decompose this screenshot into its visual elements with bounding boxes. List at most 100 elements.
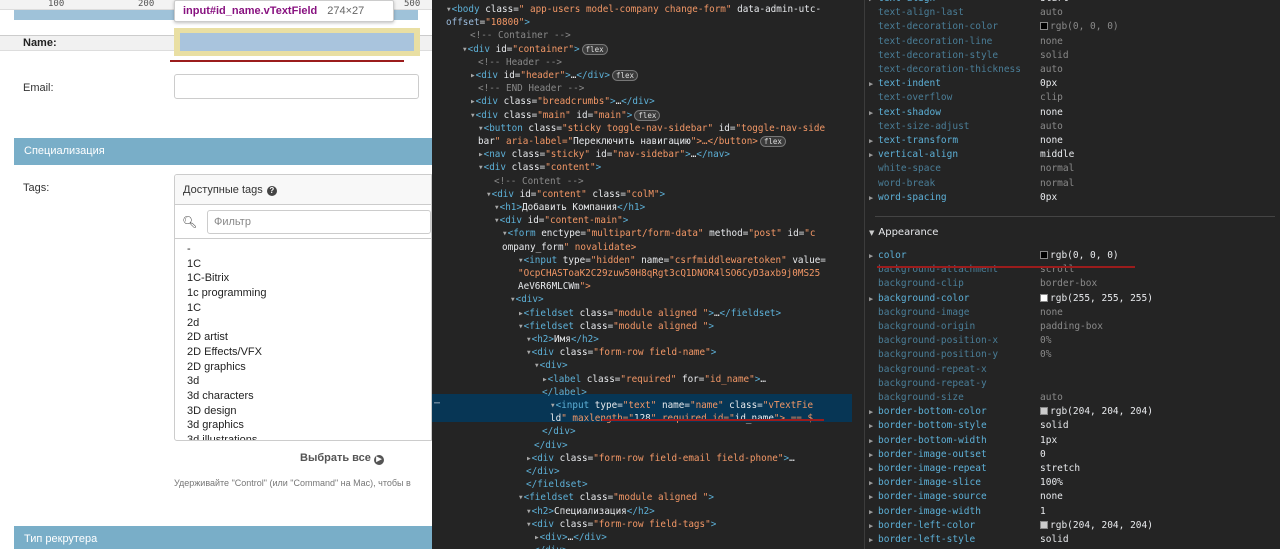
style-property-row[interactable]: ▶ border-image-repeat stretch	[865, 462, 1280, 476]
style-property-row[interactable]: text-decoration-line none	[865, 35, 1280, 49]
dom-node[interactable]: ▾<div class="main" id="main"> flex	[470, 109, 661, 123]
triangle-right-icon[interactable]: ▶	[869, 434, 873, 448]
tag-option[interactable]: 2D graphics	[187, 360, 431, 375]
triangle-right-icon[interactable]: ▶	[869, 448, 873, 462]
tag-option[interactable]: 3D design	[187, 404, 431, 419]
triangle-right-icon[interactable]: ▶	[869, 405, 873, 419]
style-property-row[interactable]: ▶ word-spacing 0px	[865, 191, 1280, 205]
dom-node[interactable]: ▾<fieldset class="module aligned ">	[518, 491, 714, 505]
style-property-row[interactable]: text-overflow clip	[865, 91, 1280, 105]
tag-option[interactable]: 2D artist	[187, 330, 431, 345]
style-property-row[interactable]: text-decoration-thickness auto	[865, 63, 1280, 77]
tags-select-list[interactable]: -1C 1C-Bitrix 1c programming 1С 2d 2D artist 2…	[175, 239, 431, 440]
tag-option[interactable]: 1С	[187, 301, 431, 316]
dom-node[interactable]: ▸<fieldset class="module aligned ">…</fi…	[518, 307, 781, 321]
style-property-row[interactable]: word-break normal	[865, 177, 1280, 191]
tag-option[interactable]: -	[187, 242, 431, 257]
triangle-right-icon[interactable]: ▶	[869, 292, 873, 306]
triangle-right-icon[interactable]: ▶	[869, 77, 873, 91]
style-property-row[interactable]: ▶ border-image-slice 100%	[865, 476, 1280, 490]
tag-option[interactable]: 3d graphics	[187, 418, 431, 433]
style-property-row[interactable]: ▶ border-image-source none	[865, 490, 1280, 504]
style-property-row[interactable]: background-clip border-box	[865, 277, 1280, 291]
dom-node[interactable]: ▾<div id="content" class="colM">	[486, 188, 665, 202]
color-swatch-icon[interactable]	[1040, 251, 1048, 259]
dom-comment[interactable]: <!-- Content -->	[494, 175, 584, 189]
dom-node[interactable]: </div>	[542, 425, 576, 439]
dom-node[interactable]: ▾<div>	[510, 293, 544, 307]
dom-node[interactable]: ▸<div class="breadcrumbs">…</div>	[470, 95, 655, 109]
dom-comment[interactable]: <!-- END Header -->	[478, 82, 584, 96]
style-property-row[interactable]: text-decoration-style solid	[865, 49, 1280, 63]
dom-node[interactable]: ▾<h2>Имя</h2>	[526, 333, 599, 347]
dom-node[interactable]: ▾<div class="form-row field-tags">	[526, 518, 716, 532]
dom-comment[interactable]: <!-- Container -->	[470, 29, 571, 43]
color-swatch-icon[interactable]	[1040, 22, 1048, 31]
select-all-link[interactable]: Выбрать все ▶	[300, 452, 384, 465]
style-property-row[interactable]: ▶ text-shadow none	[865, 106, 1280, 120]
dom-node[interactable]: </div>	[526, 465, 560, 479]
dom-node[interactable]: offset="10800">	[446, 16, 530, 30]
dom-node[interactable]: ▾<body class=" app-users model-company c…	[446, 3, 821, 17]
style-property-row[interactable]: text-align-last auto	[865, 6, 1280, 20]
triangle-right-icon[interactable]: ▶	[869, 134, 873, 148]
dom-node[interactable]: ▾<input type="text" name="name" class="v…	[550, 399, 813, 413]
style-property-row[interactable]: text-size-adjust auto	[865, 120, 1280, 134]
style-property-row[interactable]: background-position-y 0%	[865, 348, 1280, 362]
dom-node[interactable]: ▾<h1>Добавить Компания</h1>	[494, 201, 645, 215]
style-property-row[interactable]: ▶ text-indent 0px	[865, 77, 1280, 91]
style-property-row[interactable]: ▶ vertical-align middle	[865, 148, 1280, 162]
style-property-row[interactable]: ▶ background-color rgb(255, 255, 255)	[865, 292, 1280, 306]
dom-node[interactable]: bar" aria-label="Переключить навигацию">…	[478, 135, 786, 149]
tag-option[interactable]: 2d	[187, 316, 431, 331]
triangle-right-icon[interactable]: ▶	[869, 106, 873, 120]
dom-node[interactable]: ▸<nav class="sticky" id="nav-sidebar">…<…	[478, 148, 730, 162]
dom-node[interactable]: </fieldset>	[526, 478, 588, 492]
style-property-row[interactable]: white-space normal	[865, 162, 1280, 176]
dom-node[interactable]: ▾<h2>Специализация</h2>	[526, 505, 655, 519]
style-property-row[interactable]: ▶ border-image-outset 0	[865, 448, 1280, 462]
dom-node[interactable]: ▾<div id="container"> flex	[462, 43, 608, 57]
dom-node[interactable]: ▾<form enctype="multipart/form-data" met…	[502, 227, 816, 241]
flex-badge[interactable]: flex	[581, 43, 608, 55]
appearance-heading[interactable]: ▼ Appearance	[869, 227, 938, 238]
dom-node[interactable]: </div>	[534, 439, 568, 453]
triangle-right-icon[interactable]: ▶	[869, 533, 873, 547]
dom-node[interactable]: ▾<fieldset class="module aligned ">	[518, 320, 714, 334]
triangle-right-icon[interactable]: ▶	[869, 148, 873, 162]
dom-node[interactable]: </label>	[542, 386, 587, 400]
dom-node[interactable]: ompany_form" novalidate>	[502, 241, 636, 255]
tag-option[interactable]: 1C	[187, 257, 431, 272]
triangle-right-icon[interactable]: ▶	[869, 505, 873, 519]
name-input-highlight[interactable]	[174, 28, 420, 56]
style-property-row[interactable]: ▶ border-left-color rgb(204, 204, 204)	[865, 519, 1280, 533]
style-property-row[interactable]: background-origin padding-box	[865, 320, 1280, 334]
dom-comment[interactable]: <!-- Header -->	[478, 56, 562, 70]
style-property-row[interactable]: background-image none	[865, 306, 1280, 320]
dom-node[interactable]: ▸<div id="header">…</div> flex	[470, 69, 639, 83]
style-property-row[interactable]: background-size auto	[865, 391, 1280, 405]
dom-node[interactable]: ▸<div class="form-row field-email field-…	[526, 452, 795, 466]
dom-node[interactable]: ▾<div>	[534, 359, 568, 373]
flex-badge[interactable]: flex	[634, 109, 661, 121]
tag-option[interactable]: 1C-Bitrix	[187, 271, 431, 286]
triangle-right-icon[interactable]: ▶	[869, 191, 873, 205]
style-property-row[interactable]: ▶ text-transform none	[865, 134, 1280, 148]
email-input[interactable]	[174, 74, 419, 99]
filter-input[interactable]: Фильтр	[207, 210, 431, 234]
triangle-right-icon[interactable]: ▶	[869, 249, 873, 263]
color-swatch-icon[interactable]	[1040, 293, 1048, 302]
flex-badge[interactable]: flex	[612, 70, 639, 81]
style-property-row[interactable]: background-position-x 0%	[865, 334, 1280, 348]
dom-node[interactable]: "OcpCHASToaK2C29zuw50H8qRgt3cQ1DNOR4lSO6…	[518, 267, 820, 281]
dom-node[interactable]: AeV6R6MLCWm">	[518, 280, 591, 294]
triangle-right-icon[interactable]: ▶	[869, 419, 873, 433]
more-dots-icon[interactable]: ⋯	[434, 398, 440, 409]
style-property-row[interactable]: ▶ color rgb(0, 0, 0)	[865, 249, 1280, 263]
triangle-right-icon[interactable]: ▶	[869, 462, 873, 476]
color-swatch-icon[interactable]	[1040, 407, 1048, 416]
dom-node[interactable]: ▾<div class="content">	[478, 161, 601, 175]
tag-option[interactable]: 3d illustrations	[187, 433, 431, 440]
style-property-row[interactable]: ▶ border-bottom-style solid	[865, 419, 1280, 433]
style-property-row[interactable]: background-repeat-y	[865, 377, 1280, 391]
